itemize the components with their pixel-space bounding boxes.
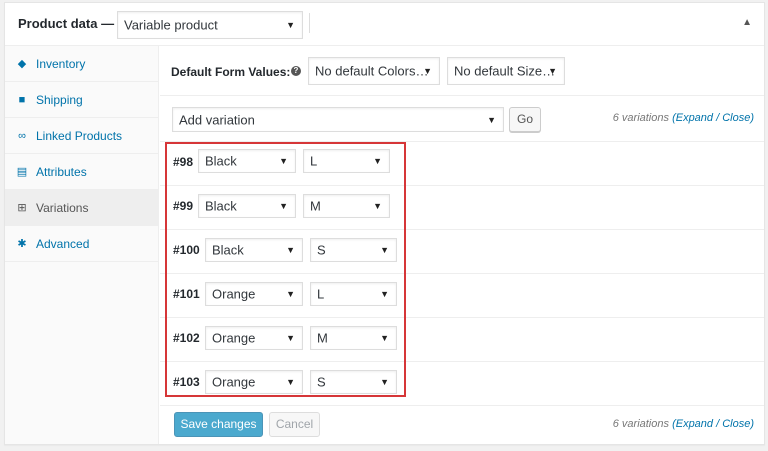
panel-header: Product data — Variable product ▼ ▲: [5, 3, 764, 46]
sidebar-item-label: Shipping: [36, 93, 83, 107]
chevron-down-icon: ▼: [380, 333, 389, 343]
sidebar-item-label: Linked Products: [36, 129, 123, 143]
variation-id: #103: [173, 375, 200, 389]
chevron-down-icon: ▼: [487, 114, 496, 125]
variation-id: #100: [173, 243, 200, 257]
sidebar-item-linked-products[interactable]: ∞ Linked Products: [5, 118, 159, 154]
sidebar-item-advanced[interactable]: ✱ Advanced: [5, 226, 159, 262]
variations-count-text: 6 variations: [612, 112, 669, 124]
variation-id: #98: [173, 155, 194, 169]
sidebar: ◆ Inventory ■ Shipping ∞ Linked Products…: [5, 46, 159, 444]
chevron-down-icon: ▼: [279, 201, 288, 211]
variation-size-select[interactable]: M ▼: [310, 326, 397, 350]
chevron-down-icon: ▼: [380, 377, 389, 387]
variation-color-value: Black: [205, 198, 237, 214]
sidebar-item-label: Inventory: [36, 57, 86, 71]
variations-panel: Default Form Values: ? No default Colors…: [160, 46, 764, 444]
chevron-down-icon: ▼: [286, 333, 295, 343]
variation-size-select[interactable]: L ▼: [303, 149, 390, 173]
variation-size-select[interactable]: M ▼: [303, 194, 390, 218]
panel-title: Product data —: [18, 16, 115, 31]
sidebar-item-label: Advanced: [36, 237, 90, 251]
add-variation-row: Add variation ▼ Go 6 variations (Expand …: [160, 96, 764, 142]
sidebar-item-shipping[interactable]: ■ Shipping: [5, 82, 159, 118]
variation-row[interactable]: #100 Black ▼ S ▼: [160, 230, 764, 274]
expand-close-link[interactable]: (Expand / Close): [672, 418, 754, 430]
sidebar-item-label: Attributes: [36, 165, 87, 179]
list-icon: ▤: [16, 166, 28, 178]
add-variation-select[interactable]: Add variation ▼: [172, 107, 504, 132]
variation-id: #101: [173, 287, 200, 301]
truck-icon: ■: [18, 94, 26, 106]
variation-size-value: L: [310, 153, 318, 169]
variation-color-select[interactable]: Orange ▼: [205, 282, 303, 306]
variation-color-select[interactable]: Orange ▼: [205, 326, 303, 350]
go-button[interactable]: Go: [509, 107, 541, 132]
variation-size-value: S: [317, 374, 326, 390]
variation-color-select[interactable]: Orange ▼: [205, 370, 303, 394]
variation-row[interactable]: #101 Orange ▼ L ▼: [160, 274, 764, 318]
add-variation-value: Add variation: [179, 112, 255, 127]
product-data-panel: Product data — Variable product ▼ ▲ ◆ In…: [4, 2, 765, 445]
variation-color-value: Black: [205, 153, 237, 169]
default-form-label: Default Form Values:: [171, 65, 291, 79]
chevron-down-icon: ▼: [286, 245, 295, 255]
cancel-button[interactable]: Cancel: [269, 412, 320, 437]
variation-color-select[interactable]: Black ▼: [205, 238, 303, 262]
triangle-up-icon[interactable]: ▲: [742, 17, 752, 28]
variation-size-value: S: [317, 242, 326, 258]
variation-row[interactable]: #99 Black ▼ M ▼: [160, 186, 764, 230]
variation-color-value: Orange: [212, 286, 256, 302]
gear-icon: ✱: [17, 238, 27, 250]
default-colors-value: No default Colors…: [315, 63, 429, 79]
tag-icon: ◆: [17, 58, 27, 70]
default-size-value: No default Size…: [454, 63, 556, 79]
chevron-down-icon: ▼: [373, 156, 382, 166]
sidebar-item-inventory[interactable]: ◆ Inventory: [5, 46, 159, 82]
variation-row[interactable]: #103 Orange ▼ S ▼: [160, 362, 764, 406]
variation-row[interactable]: #98 Black ▼ L ▼: [160, 142, 764, 186]
variations-count-text: 6 variations: [612, 418, 669, 430]
variation-id: #99: [173, 199, 194, 213]
sidebar-item-label: Variations: [36, 201, 89, 215]
chevron-down-icon: ▼: [286, 289, 295, 299]
sidebar-item-attributes[interactable]: ▤ Attributes: [5, 154, 159, 190]
chevron-down-icon: ▼: [423, 66, 432, 76]
save-changes-button[interactable]: Save changes: [174, 412, 263, 437]
header-divider: [309, 13, 310, 33]
default-form-values-row: Default Form Values: ? No default Colors…: [160, 46, 764, 96]
link-icon: ∞: [18, 130, 26, 142]
expand-close-link[interactable]: (Expand / Close): [672, 112, 754, 124]
chevron-down-icon: ▼: [380, 245, 389, 255]
grid-icon: ⊞: [17, 202, 27, 214]
chevron-down-icon: ▼: [286, 377, 295, 387]
help-icon[interactable]: ?: [291, 66, 301, 76]
product-type-select[interactable]: Variable product ▼: [117, 11, 303, 39]
default-size-select[interactable]: No default Size… ▼: [447, 57, 565, 85]
variations-count: 6 variations (Expand / Close): [613, 112, 754, 124]
variation-row[interactable]: #102 Orange ▼ M ▼: [160, 318, 764, 362]
variation-size-select[interactable]: S ▼: [310, 238, 397, 262]
variation-size-value: M: [310, 198, 321, 214]
variation-size-value: L: [317, 286, 325, 302]
chevron-down-icon: ▼: [548, 66, 557, 76]
variation-color-select[interactable]: Black ▼: [198, 149, 296, 173]
save-row: Save changes Cancel 6 variations (Expand…: [160, 406, 764, 444]
chevron-down-icon: ▼: [373, 201, 382, 211]
variation-size-value: M: [317, 330, 328, 346]
variation-color-select[interactable]: Black ▼: [198, 194, 296, 218]
variation-size-select[interactable]: L ▼: [310, 282, 397, 306]
variation-id: #102: [173, 331, 200, 345]
variation-color-value: Orange: [212, 330, 256, 346]
variations-count-footer: 6 variations (Expand / Close): [613, 418, 754, 430]
default-colors-select[interactable]: No default Colors… ▼: [308, 57, 440, 85]
product-type-value: Variable product: [124, 17, 218, 33]
sidebar-item-variations[interactable]: ⊞ Variations: [5, 190, 159, 226]
variation-color-value: Orange: [212, 374, 256, 390]
chevron-down-icon: ▼: [279, 156, 288, 166]
variation-color-value: Black: [212, 242, 244, 258]
variation-size-select[interactable]: S ▼: [310, 370, 397, 394]
chevron-down-icon: ▼: [286, 20, 295, 30]
chevron-down-icon: ▼: [380, 289, 389, 299]
